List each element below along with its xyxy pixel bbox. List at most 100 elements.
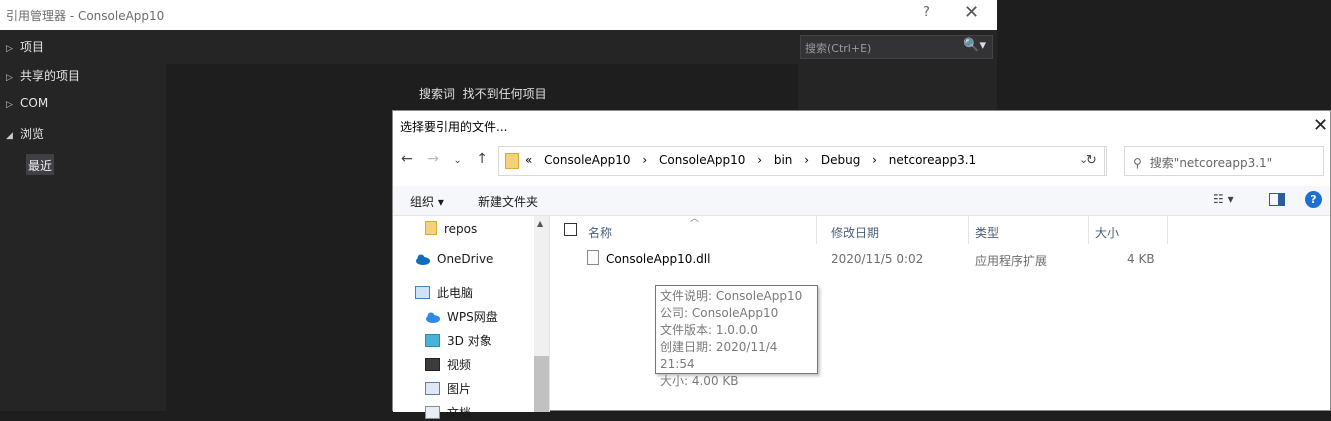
refresh-icon[interactable]: ↻ (1077, 146, 1107, 176)
cube-icon (425, 334, 440, 347)
breadcrumb-overflow[interactable]: « (525, 153, 532, 167)
preview-pane-icon[interactable] (1269, 193, 1285, 206)
nav-label: COM (20, 96, 49, 110)
tree-label: repos (444, 222, 478, 236)
help-button[interactable]: ? (923, 5, 930, 20)
expand-arrow-icon: ▷ (6, 44, 13, 54)
close-button[interactable]: ✕ (964, 2, 979, 23)
reference-category-nav: ▷ 项目 ▷ 共享的项目 ▷ COM ◢ 浏览 最近 (0, 30, 166, 411)
tree-label: OneDrive (437, 252, 494, 266)
breadcrumb-separator[interactable]: › (872, 153, 877, 167)
dialog-toolbar: 组织 ▾ 新建文件夹 ☷ ▾ ? (393, 186, 1330, 216)
folder-search-input[interactable]: ⚲ 搜索"netcoreapp3.1" (1124, 146, 1324, 176)
nav-item-shared-projects[interactable]: ▷ 共享的项目 (6, 67, 80, 84)
cloud-icon (425, 312, 440, 325)
tree-label: 图片 (447, 382, 472, 396)
column-type[interactable]: 类型 (969, 216, 1089, 244)
pane-divider[interactable] (549, 216, 550, 412)
tooltip-line-version: 文件版本: 1.0.0.0 (660, 323, 758, 337)
dll-file-icon (587, 250, 599, 265)
breadcrumb-item[interactable]: Debug (821, 153, 860, 167)
scroll-up-icon[interactable]: ▲ (537, 219, 543, 228)
breadcrumb-separator[interactable]: › (804, 153, 809, 167)
nav-label: 浏览 (20, 127, 45, 141)
file-row[interactable]: ConsoleApp10.dll 2020/11/5 0:02 应用程序扩展 4… (550, 248, 1330, 270)
tree-label: WPS网盘 (447, 310, 498, 324)
folder-icon (425, 221, 437, 235)
tree-label: 文档 (447, 406, 472, 420)
tree-item-repos[interactable]: repos (425, 221, 477, 236)
expand-arrow-icon: ▷ (6, 100, 13, 110)
search-placeholder: 搜索(Ctrl+E) (805, 42, 872, 55)
scrollbar-thumb[interactable] (534, 356, 549, 412)
tree-item-this-pc[interactable]: 此电脑 (415, 284, 473, 301)
search-placeholder: 搜索"netcoreapp3.1" (1149, 156, 1273, 170)
tree-item-videos[interactable]: 视频 (425, 356, 471, 373)
tree-item-3d-objects[interactable]: 3D 对象 (425, 332, 492, 349)
address-bar[interactable]: « ConsoleApp10 › ConsoleApp10 › bin › De… (498, 146, 1105, 176)
file-size: 4 KB (1127, 252, 1155, 266)
nav-item-recent[interactable]: 最近 (26, 154, 54, 175)
breadcrumb-item[interactable]: netcoreapp3.1 (889, 153, 976, 167)
no-results-text: 找不到任何项目 (462, 87, 547, 101)
tree-item-wps-drive[interactable]: WPS网盘 (425, 308, 498, 325)
new-folder-button[interactable]: 新建文件夹 (478, 193, 538, 210)
file-type: 应用程序扩展 (975, 254, 1048, 268)
reference-manager-titlebar: 引用管理器 - ConsoleApp10 ? ✕ (0, 0, 997, 30)
forward-arrow-icon[interactable]: → (427, 151, 439, 167)
tree-item-documents[interactable]: 文档 (425, 404, 471, 421)
expand-arrow-icon: ▷ (6, 73, 13, 83)
nav-item-com[interactable]: ▷ COM (6, 96, 48, 110)
tooltip-line-size: 大小: 4.00 KB (660, 374, 739, 388)
file-name[interactable]: ConsoleApp10.dll (606, 252, 710, 266)
navigation-tree: repos OneDrive 此电脑 WPS网盘 3D 对象 视频 图片 文档 … (393, 216, 549, 420)
tree-scrollbar[interactable]: ▲ (534, 216, 549, 412)
tree-item-pictures[interactable]: 图片 (425, 380, 471, 397)
tree-label: 此电脑 (437, 286, 474, 300)
recent-locations-icon[interactable]: ⌄ (453, 155, 461, 166)
organize-button[interactable]: 组织 ▾ (410, 193, 444, 210)
nav-label: 共享的项目 (20, 69, 81, 83)
tooltip-line-created: 创建日期: 2020/11/4 21:54 (660, 340, 778, 371)
file-open-dialog: 选择要引用的文件... ✕ ← → ⌄ ↑ « ConsoleApp10 › C… (392, 110, 1331, 420)
breadcrumb-item[interactable]: ConsoleApp10 (544, 153, 630, 167)
column-header-row: ︿ 名称 修改日期 类型 大小 (550, 214, 1330, 244)
file-info-tooltip: 文件说明: ConsoleApp10 公司: ConsoleApp10 文件版本… (655, 285, 818, 388)
tree-item-onedrive[interactable]: OneDrive (415, 252, 493, 267)
navigation-buttons: ← → ⌄ ↑ (401, 151, 498, 167)
picture-icon (425, 382, 440, 395)
window-title: 引用管理器 - ConsoleApp10 (6, 9, 165, 23)
column-size[interactable]: 大小 (1089, 216, 1168, 244)
search-icon[interactable]: 🔍▾ (963, 38, 986, 53)
file-date: 2020/11/5 0:02 (831, 252, 924, 266)
search-icon: ⚲ (1133, 156, 1142, 170)
column-name[interactable]: 名称 (582, 216, 817, 244)
up-arrow-icon[interactable]: ↑ (476, 151, 488, 167)
search-input[interactable]: 搜索(Ctrl+E) 🔍▾ (800, 35, 993, 59)
nav-label: 项目 (20, 40, 45, 54)
breadcrumb-separator[interactable]: › (757, 153, 762, 167)
back-arrow-icon[interactable]: ← (401, 151, 413, 167)
view-options-icon[interactable]: ☷ ▾ (1213, 192, 1234, 206)
breadcrumb: « ConsoleApp10 › ConsoleApp10 › bin › De… (525, 153, 984, 167)
nav-item-browse[interactable]: ◢ 浏览 (6, 125, 44, 142)
computer-icon (415, 286, 430, 299)
help-icon[interactable]: ? (1305, 191, 1322, 208)
breadcrumb-separator[interactable]: › (642, 153, 647, 167)
dialog-close-button[interactable]: ✕ (1313, 115, 1328, 136)
column-date-modified[interactable]: 修改日期 (825, 216, 969, 244)
document-icon (425, 406, 440, 419)
search-term-label: 搜索词 (419, 87, 456, 101)
search-result-message: 搜索词 找不到任何项目 (419, 85, 547, 102)
nav-item-projects[interactable]: ▷ 项目 (6, 38, 44, 55)
select-all-checkbox[interactable] (564, 223, 577, 236)
breadcrumb-item[interactable]: ConsoleApp10 (659, 153, 745, 167)
video-icon (425, 358, 440, 371)
collapse-arrow-icon: ◢ (6, 131, 13, 141)
breadcrumb-item[interactable]: bin (774, 153, 793, 167)
tree-label: 视频 (447, 358, 472, 372)
folder-icon (505, 153, 519, 169)
dialog-title: 选择要引用的文件... (400, 120, 508, 134)
tooltip-line-company: 公司: ConsoleApp10 (660, 306, 779, 320)
cloud-icon (415, 254, 430, 267)
